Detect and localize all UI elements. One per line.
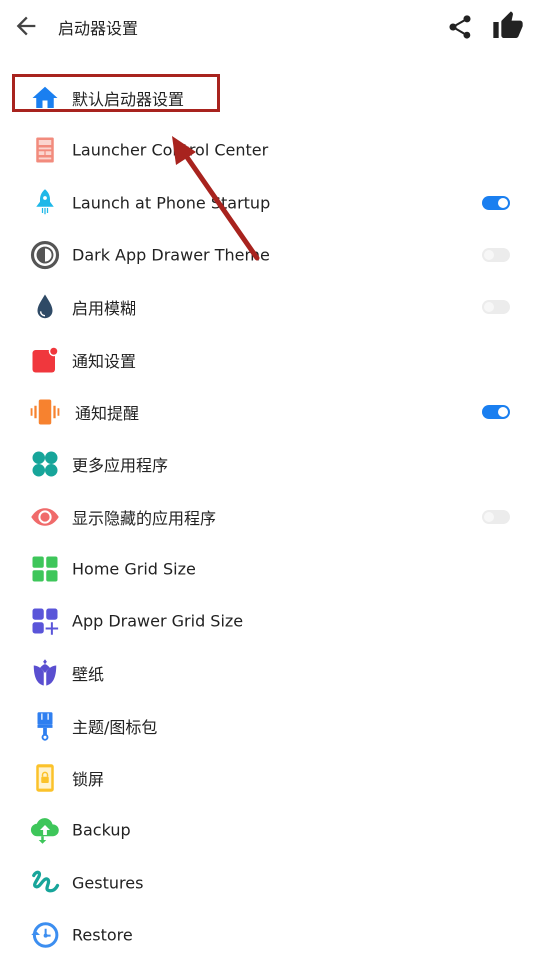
- setting-default-launcher[interactable]: 默认启动器设置: [0, 72, 535, 124]
- contrast-icon: [30, 240, 60, 270]
- setting-backup[interactable]: Backup: [0, 804, 535, 856]
- notification-icon: [32, 345, 59, 373]
- grid-icon: [32, 556, 58, 582]
- top-app-bar: 启动器设置: [0, 0, 535, 54]
- toggle-knob: [484, 511, 494, 522]
- setting-label: Gestures: [72, 873, 144, 893]
- setting-label: 壁纸: [72, 665, 105, 685]
- setting-restore[interactable]: Restore: [0, 909, 535, 961]
- eye-icon: [31, 507, 59, 526]
- tulip-icon: [33, 659, 57, 686]
- setting-drawer-grid-size[interactable]: App Drawer Grid Size: [0, 595, 535, 647]
- setting-label: 显示隐藏的应用程序: [72, 508, 217, 528]
- setting-lock-screen[interactable]: 锁屏: [0, 752, 535, 804]
- setting-gestures[interactable]: Gestures: [0, 856, 535, 908]
- settings-list: 默认启动器设置 Launcher Control Center Launch a…: [0, 72, 535, 961]
- grid-add-icon: [32, 608, 59, 635]
- setting-label: 通知提醒: [75, 403, 140, 423]
- setting-label: Launch at Phone Startup: [72, 193, 271, 213]
- setting-label: 通知设置: [72, 351, 137, 371]
- setting-theme-icon-pack[interactable]: 主题/图标包: [0, 700, 535, 752]
- home-icon: [32, 86, 58, 109]
- brush-icon: [37, 711, 53, 741]
- setting-notification[interactable]: 通知设置: [0, 333, 535, 385]
- dark-drawer-toggle[interactable]: [482, 248, 510, 263]
- setting-label: 更多应用程序: [72, 456, 169, 476]
- setting-notification-alert[interactable]: 通知提醒: [0, 386, 535, 438]
- setting-label: Restore: [72, 925, 133, 945]
- setting-label: 默认启动器设置: [72, 90, 185, 110]
- gesture-icon: [32, 870, 60, 892]
- setting-more-apps[interactable]: 更多应用程序: [0, 438, 535, 490]
- setting-label: 主题/图标包: [72, 717, 158, 737]
- setting-launcher-control-center[interactable]: Launcher Control Center: [0, 124, 535, 176]
- setting-label: 启用模糊: [72, 299, 137, 319]
- control-center-icon: [36, 137, 54, 163]
- cloud-backup-icon: [30, 818, 59, 845]
- setting-wallpaper[interactable]: 壁纸: [0, 647, 535, 699]
- setting-label: App Drawer Grid Size: [72, 611, 244, 631]
- launch-at-startup-toggle[interactable]: [482, 195, 510, 210]
- drop-icon: [37, 294, 53, 319]
- setting-label: Backup: [72, 820, 131, 840]
- toggle-knob: [484, 302, 494, 313]
- toggle-knob: [498, 197, 508, 208]
- setting-home-grid-size[interactable]: Home Grid Size: [0, 543, 535, 595]
- share-icon[interactable]: [446, 13, 474, 41]
- arrow-left-icon[interactable]: [12, 12, 40, 40]
- setting-launch-at-startup[interactable]: Launch at Phone Startup: [0, 177, 535, 229]
- lock-screen-icon: [36, 764, 54, 792]
- apps-icon: [32, 451, 58, 477]
- toggle-knob: [498, 406, 508, 417]
- setting-label: Home Grid Size: [72, 559, 196, 579]
- notification-alert-toggle[interactable]: [482, 404, 510, 419]
- show-hidden-toggle[interactable]: [482, 509, 510, 524]
- setting-label: Dark App Drawer Theme: [72, 245, 270, 265]
- rocket-icon: [36, 188, 54, 214]
- setting-label: 锁屏: [72, 770, 105, 789]
- setting-enable-blur[interactable]: 启用模糊: [0, 281, 535, 333]
- setting-dark-drawer-theme[interactable]: Dark App Drawer Theme: [0, 229, 535, 281]
- setting-label: Launcher Control Center: [72, 140, 269, 160]
- setting-show-hidden-apps[interactable]: 显示隐藏的应用程序: [0, 490, 535, 542]
- thumbs-up-icon[interactable]: [492, 10, 524, 42]
- toggle-knob: [484, 250, 494, 261]
- blur-toggle[interactable]: [482, 300, 510, 315]
- page-title: 启动器设置: [58, 19, 139, 38]
- restore-icon: [31, 922, 59, 948]
- vibrate-icon: [30, 399, 60, 425]
